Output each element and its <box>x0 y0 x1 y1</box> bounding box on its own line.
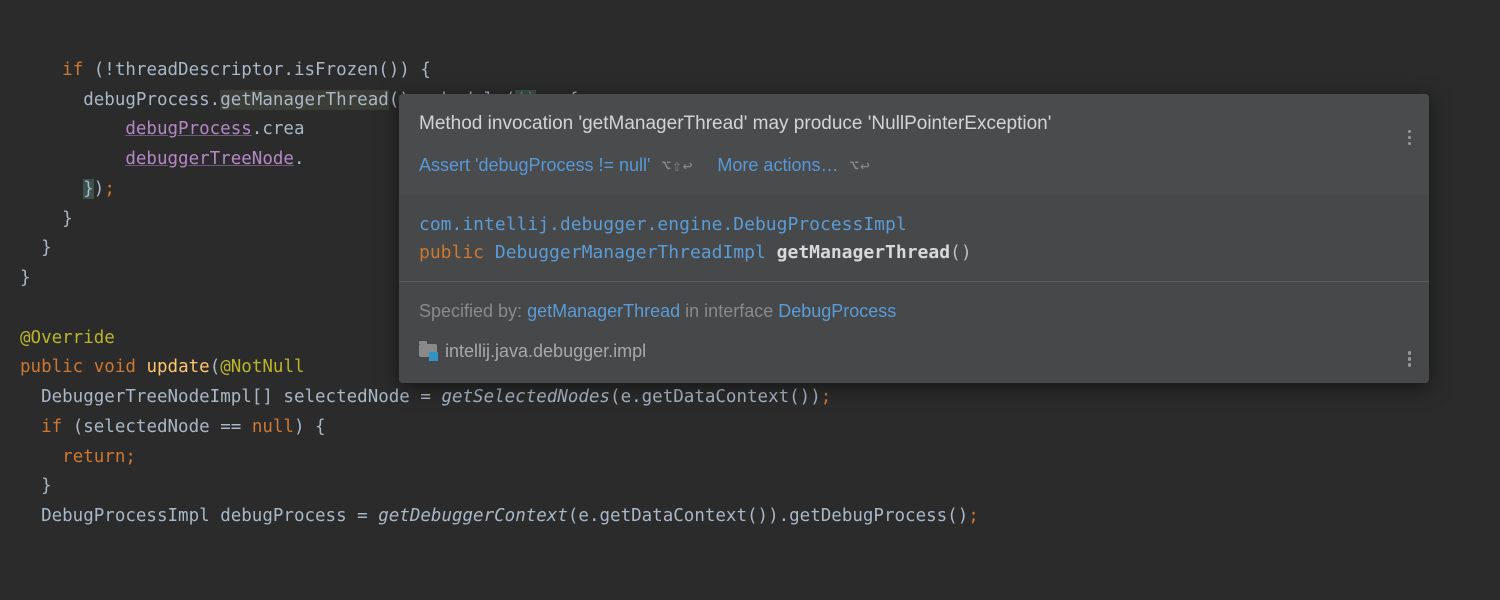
popup-specification-section: Specified by: getManagerThread in interf… <box>399 281 1429 383</box>
inspection-message: Method invocation 'getManagerThread' may… <box>419 108 1409 140</box>
more-options-icon[interactable] <box>1408 110 1412 145</box>
module-row: intellij.java.debugger.impl <box>419 336 1409 367</box>
method-name: update <box>146 357 209 377</box>
inspection-popup: Method invocation 'getManagerThread' may… <box>399 94 1429 383</box>
code-line: if (!threadDescriptor.isFrozen()) { <box>20 60 431 80</box>
more-options-icon[interactable] <box>1408 332 1412 367</box>
code-line: } <box>20 268 31 288</box>
keyword-if: if <box>62 60 83 80</box>
code-line: debugProcess.crea <box>20 119 304 139</box>
code-line: } <box>20 238 52 258</box>
annotation: @Override <box>20 328 115 348</box>
specified-by-label: Specified by: <box>419 301 527 321</box>
code-line <box>20 298 31 318</box>
code-line: return; <box>20 447 136 467</box>
code-line: }); <box>20 179 115 199</box>
highlighted-method[interactable]: getManagerThread <box>220 90 389 110</box>
code-line: DebuggerTreeNodeImpl[] selectedNode = ge… <box>20 387 831 407</box>
more-actions-link[interactable]: More actions… <box>717 155 838 175</box>
shortcut-hint: ⌥⇧↩ <box>662 156 694 175</box>
code-line: if (selectedNode == null) { <box>20 417 326 437</box>
code-line: public void update(@NotNull <box>20 357 305 377</box>
quickfix-assert[interactable]: Assert 'debugProcess != null' <box>419 155 651 175</box>
class-fqn[interactable]: com.intellij.debugger.engine.DebugProces… <box>419 214 907 235</box>
symbol-link[interactable]: debugProcess <box>125 119 251 139</box>
shortcut-hint: ⌥↩ <box>849 156 870 175</box>
method-signature-name: getManagerThread <box>777 242 950 263</box>
code-line: } <box>20 476 52 496</box>
module-icon <box>419 344 437 359</box>
code-line: debuggerTreeNode. <box>20 149 304 169</box>
symbol-link[interactable]: debuggerTreeNode <box>125 149 294 169</box>
return-type-link[interactable]: DebuggerManagerThreadImpl <box>495 242 766 263</box>
code-line: } <box>20 209 73 229</box>
specified-by-method-link[interactable]: getManagerThread <box>527 301 680 321</box>
code-line: DebugProcessImpl debugProcess = getDebug… <box>20 506 979 526</box>
module-name[interactable]: intellij.java.debugger.impl <box>445 336 646 367</box>
popup-warning-section: Method invocation 'getManagerThread' may… <box>399 94 1429 195</box>
popup-signature-section: com.intellij.debugger.engine.DebugProces… <box>399 195 1429 281</box>
specified-by-interface-link[interactable]: DebugProcess <box>778 301 896 321</box>
quickfix-row: Assert 'debugProcess != null' ⌥⇧↩ More a… <box>419 150 1409 181</box>
code-line: @Override <box>20 328 115 348</box>
